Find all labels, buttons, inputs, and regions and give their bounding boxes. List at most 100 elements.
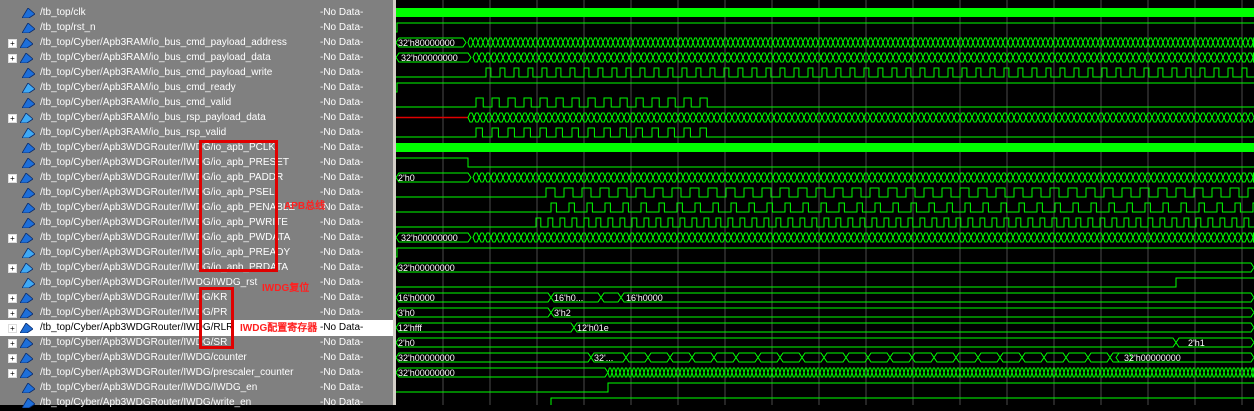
expand-toggle-icon[interactable]: + <box>8 234 17 243</box>
rsp-data-activity <box>899 112 907 123</box>
prescaler-activity <box>1235 367 1241 378</box>
signal-value-row[interactable]: -No Data- <box>320 365 393 381</box>
signal-value-row[interactable]: -No Data- <box>320 275 393 291</box>
signal-value-row[interactable]: -No Data- <box>320 245 393 261</box>
rsp-data-activity <box>995 112 1003 123</box>
signal-row[interactable]: /tb_top/Cyber/Apb3WDGRouter/IWDG/write_e… <box>0 395 320 411</box>
pwdata-activity <box>988 232 996 243</box>
signal-value-row[interactable]: -No Data- <box>320 95 393 111</box>
pwdata-activity <box>1078 232 1086 243</box>
data-bus-activity <box>874 52 882 63</box>
signal-row[interactable]: /tb_top/Cyber/Apb3RAM/io_bus_rsp_valid <box>0 125 320 141</box>
prescaler-activity <box>1147 367 1153 378</box>
data-bus-activity <box>838 52 846 63</box>
rsp-data-activity <box>701 112 709 123</box>
expand-toggle-icon[interactable]: + <box>8 39 17 48</box>
signal-row[interactable]: /tb_top/Cyber/Apb3RAM/io_bus_cmd_ready <box>0 80 320 96</box>
address-bus-activity <box>602 37 609 48</box>
rsp-data-activity <box>467 112 475 123</box>
rsp-data-activity <box>749 112 757 123</box>
signal-value-row[interactable]: -No Data- <box>320 110 393 126</box>
address-bus-activity <box>797 37 804 48</box>
signal-row[interactable]: /tb_top/Cyber/Apb3RAM/io_bus_cmd_payload… <box>0 65 320 81</box>
signal-value-row[interactable]: -No Data- <box>320 170 393 186</box>
signal-value-row[interactable]: -No Data- <box>320 395 393 411</box>
signal-value-row[interactable]: -No Data- <box>320 125 393 141</box>
signal-value-row[interactable]: -No Data- <box>320 350 393 366</box>
signal-row[interactable]: /tb_top/Cyber/Apb3RAM/io_bus_cmd_valid <box>0 95 320 111</box>
expand-toggle-icon[interactable]: + <box>8 174 17 183</box>
signal-value-row[interactable]: -No Data- <box>320 335 393 351</box>
signal-row[interactable]: /tb_top/rst_n <box>0 20 320 36</box>
signal-row[interactable]: + /tb_top/Cyber/Apb3RAM/io_bus_rsp_payloa… <box>0 110 320 126</box>
paddr-activity <box>1102 172 1110 183</box>
paddr-activity <box>940 172 948 183</box>
address-bus-activity <box>537 37 544 48</box>
data-bus-activity <box>1246 52 1254 63</box>
prescaler-activity <box>963 367 969 378</box>
signal-row[interactable]: + /tb_top/Cyber/Apb3WDGRouter/IWDG/counte… <box>0 350 320 366</box>
signal-value-row[interactable]: -No Data- <box>320 20 393 36</box>
rsp-data-activity <box>473 112 481 123</box>
expand-toggle-icon[interactable]: + <box>8 294 17 303</box>
rsp-data-activity <box>551 112 559 123</box>
prescaler-activity <box>663 367 669 378</box>
paddr-activity <box>508 172 516 183</box>
address-bus-activity <box>612 37 619 48</box>
signal-value-row[interactable]: -No Data- <box>320 320 393 336</box>
signal-value-row[interactable]: -No Data- <box>320 155 393 171</box>
expand-toggle-icon[interactable]: + <box>8 309 17 318</box>
signal-value-row[interactable]: -No Data- <box>320 290 393 306</box>
signal-row[interactable]: /tb_top/clk <box>0 5 320 21</box>
expand-toggle-icon[interactable]: + <box>8 369 17 378</box>
signal-row[interactable]: +/tb_top/Cyber/Apb3WDGRouter/IWDG/SR <box>0 335 320 351</box>
rsp-data-activity <box>1055 112 1063 123</box>
expand-toggle-icon[interactable]: + <box>8 54 17 63</box>
signal-value-row[interactable]: -No Data- <box>320 305 393 321</box>
signal-value-row[interactable]: -No Data- <box>320 35 393 51</box>
signal-row[interactable]: + /tb_top/Cyber/Apb3WDGRouter/IWDG/presca… <box>0 365 320 381</box>
signal-value-row[interactable]: -No Data- <box>320 185 393 201</box>
signal-value-row[interactable]: -No Data- <box>320 260 393 276</box>
paddr-activity <box>976 172 984 183</box>
expand-toggle-icon[interactable]: + <box>8 324 17 333</box>
signal-value-row[interactable]: -No Data- <box>320 230 393 246</box>
paddr-activity <box>568 172 576 183</box>
paddr-activity <box>724 172 732 183</box>
prescaler-activity <box>955 367 961 378</box>
data-bus-activity <box>538 52 546 63</box>
expand-toggle-icon[interactable]: + <box>8 354 17 363</box>
paddr-activity <box>844 172 852 183</box>
expand-toggle-icon[interactable]: + <box>8 339 17 348</box>
paddr-activity <box>772 172 780 183</box>
signal-row[interactable]: + /tb_top/Cyber/Apb3RAM/io_bus_cmd_payloa… <box>0 50 320 66</box>
prescaler-activity <box>623 367 629 378</box>
paddr-activity <box>1072 172 1080 183</box>
signal-value-row[interactable]: -No Data- <box>320 200 393 216</box>
signal-row[interactable]: /tb_top/Cyber/Apb3WDGRouter/IWDG/IWDG_en <box>0 380 320 396</box>
signal-value-row[interactable]: -No Data- <box>320 5 393 21</box>
expand-toggle-icon[interactable]: + <box>8 264 17 273</box>
signal-value-row[interactable]: -No Data- <box>320 140 393 156</box>
signal-value-row[interactable]: -No Data- <box>320 215 393 231</box>
address-bus-activity <box>542 37 549 48</box>
prescaler-activity <box>899 367 905 378</box>
signal-value-row[interactable]: -No Data- <box>320 380 393 396</box>
paddr-activity <box>886 172 894 183</box>
expand-toggle-icon[interactable]: + <box>8 114 17 123</box>
signal-value-row[interactable]: -No Data- <box>320 80 393 96</box>
pwdata-activity <box>928 232 936 243</box>
pwdata-activity <box>1132 232 1140 243</box>
signal-value-row[interactable]: -No Data- <box>320 65 393 81</box>
rsp-data-activity <box>1133 112 1141 123</box>
prescaler-activity <box>831 367 837 378</box>
signal-value-row[interactable]: -No Data- <box>320 50 393 66</box>
input-port-icon <box>20 308 33 318</box>
paddr-activity <box>544 172 552 183</box>
signal-value-pane[interactable]: -No Data- -No Data- -No Data- -No Data- -No … <box>320 0 393 408</box>
paddr-activity <box>616 172 624 183</box>
address-bus-activity <box>1077 37 1084 48</box>
waveform-pane[interactable]: 32'h80000000 32'h00000000 2'h0 32'h00000000… <box>395 0 1254 408</box>
rsp-data-activity <box>1043 112 1051 123</box>
signal-row[interactable]: + /tb_top/Cyber/Apb3RAM/io_bus_cmd_payloa… <box>0 35 320 51</box>
